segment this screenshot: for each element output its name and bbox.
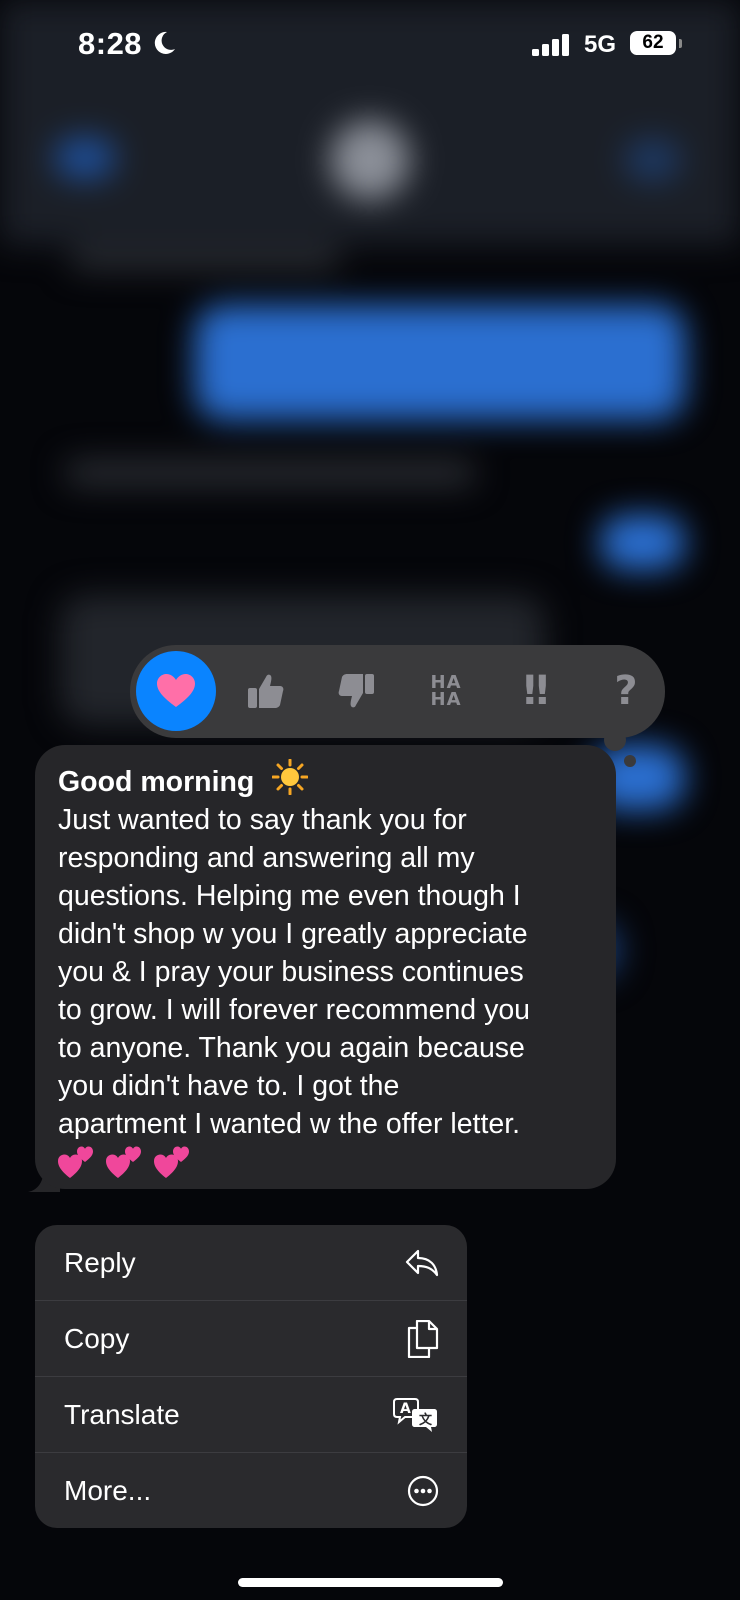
sun-emoji-icon	[272, 759, 309, 795]
message-text-line: you & I pray your business continues	[58, 956, 524, 988]
svg-text:文: 文	[419, 1412, 433, 1428]
reaction-thumbs-up-button[interactable]	[226, 651, 306, 731]
message-text-line: responding and answering all my	[58, 842, 475, 874]
emoji-row	[58, 1145, 596, 1179]
battery-icon: 62	[630, 31, 676, 55]
menu-item-reply[interactable]: Reply	[35, 1225, 467, 1301]
menu-item-label: Copy	[64, 1322, 130, 1354]
message-text-line: apartment I wanted w the offer letter.	[58, 1108, 521, 1140]
signal-icon	[532, 34, 569, 56]
reaction-bar-tail	[604, 729, 626, 751]
menu-item-label: Translate	[64, 1398, 180, 1430]
message-text-line: didn't shop w you I greatly appreciate	[58, 918, 528, 950]
question-mark-icon: ?	[614, 668, 638, 714]
reaction-heart-button[interactable]	[136, 651, 216, 731]
more-icon	[407, 1475, 439, 1507]
double-exclamation-icon: ‼	[523, 668, 549, 714]
reaction-emphasize-button[interactable]: ‼	[496, 651, 576, 731]
message-bubble[interactable]: Good morning Just wanted to say thank yo…	[35, 745, 616, 1189]
blurred-timestamp	[65, 460, 475, 486]
copy-icon	[407, 1319, 439, 1358]
menu-item-more[interactable]: More...	[35, 1453, 467, 1528]
haha-icon: HA HA	[430, 674, 462, 710]
translate-icon: A 文	[393, 1397, 439, 1433]
home-indicator[interactable]	[238, 1578, 503, 1587]
message-title-line: Good morning	[58, 759, 596, 801]
message-text-line: Just wanted to say thank you for	[58, 804, 467, 836]
two-hearts-emoji-icon	[58, 1146, 93, 1178]
reaction-thumbs-down-button[interactable]	[316, 651, 396, 731]
context-menu: Reply Copy Translate A 文 More...	[35, 1225, 467, 1528]
svg-text:A: A	[400, 1401, 411, 1417]
blurred-sent-bubble	[195, 305, 685, 420]
battery-tip	[679, 39, 682, 48]
thumbs-down-icon	[338, 674, 374, 708]
reaction-question-button[interactable]: ?	[586, 651, 666, 731]
message-title: Good morning	[58, 766, 255, 798]
battery-level: 62	[642, 32, 664, 53]
reaction-bar-tail	[624, 755, 636, 767]
message-text-line: you didn't have to. I got the	[58, 1070, 400, 1102]
status-bar: 8:28 5G 62	[0, 0, 740, 90]
blurred-contact-name	[70, 248, 340, 270]
reply-icon	[405, 1248, 439, 1278]
blurred-sent-bubble	[600, 515, 685, 570]
reaction-bar: HA HA ‼ ?	[130, 645, 665, 738]
reaction-haha-button[interactable]: HA HA	[406, 651, 486, 731]
thumbs-up-icon	[248, 674, 284, 708]
menu-item-translate[interactable]: Translate A 文	[35, 1377, 467, 1453]
network-type: 5G	[584, 31, 617, 58]
blurred-avatar	[330, 120, 410, 200]
menu-item-copy[interactable]: Copy	[35, 1301, 467, 1377]
menu-item-label: More...	[64, 1475, 152, 1506]
message-text-line: to grow. I will forever recommend you	[58, 994, 531, 1026]
blurred-video-button	[625, 140, 680, 180]
haha-text-bottom: HA	[430, 689, 462, 710]
message-text-line: questions. Helping me even though I	[58, 880, 521, 912]
moon-icon	[154, 31, 175, 54]
heart-icon	[157, 674, 195, 707]
menu-item-label: Reply	[64, 1246, 136, 1278]
message-text-line: to anyone. Thank you again because	[58, 1032, 525, 1064]
two-hearts-emoji-icon	[154, 1146, 189, 1178]
two-hearts-emoji-icon	[106, 1146, 141, 1178]
status-time: 8:28	[78, 26, 143, 61]
blurred-back-button	[55, 138, 115, 178]
